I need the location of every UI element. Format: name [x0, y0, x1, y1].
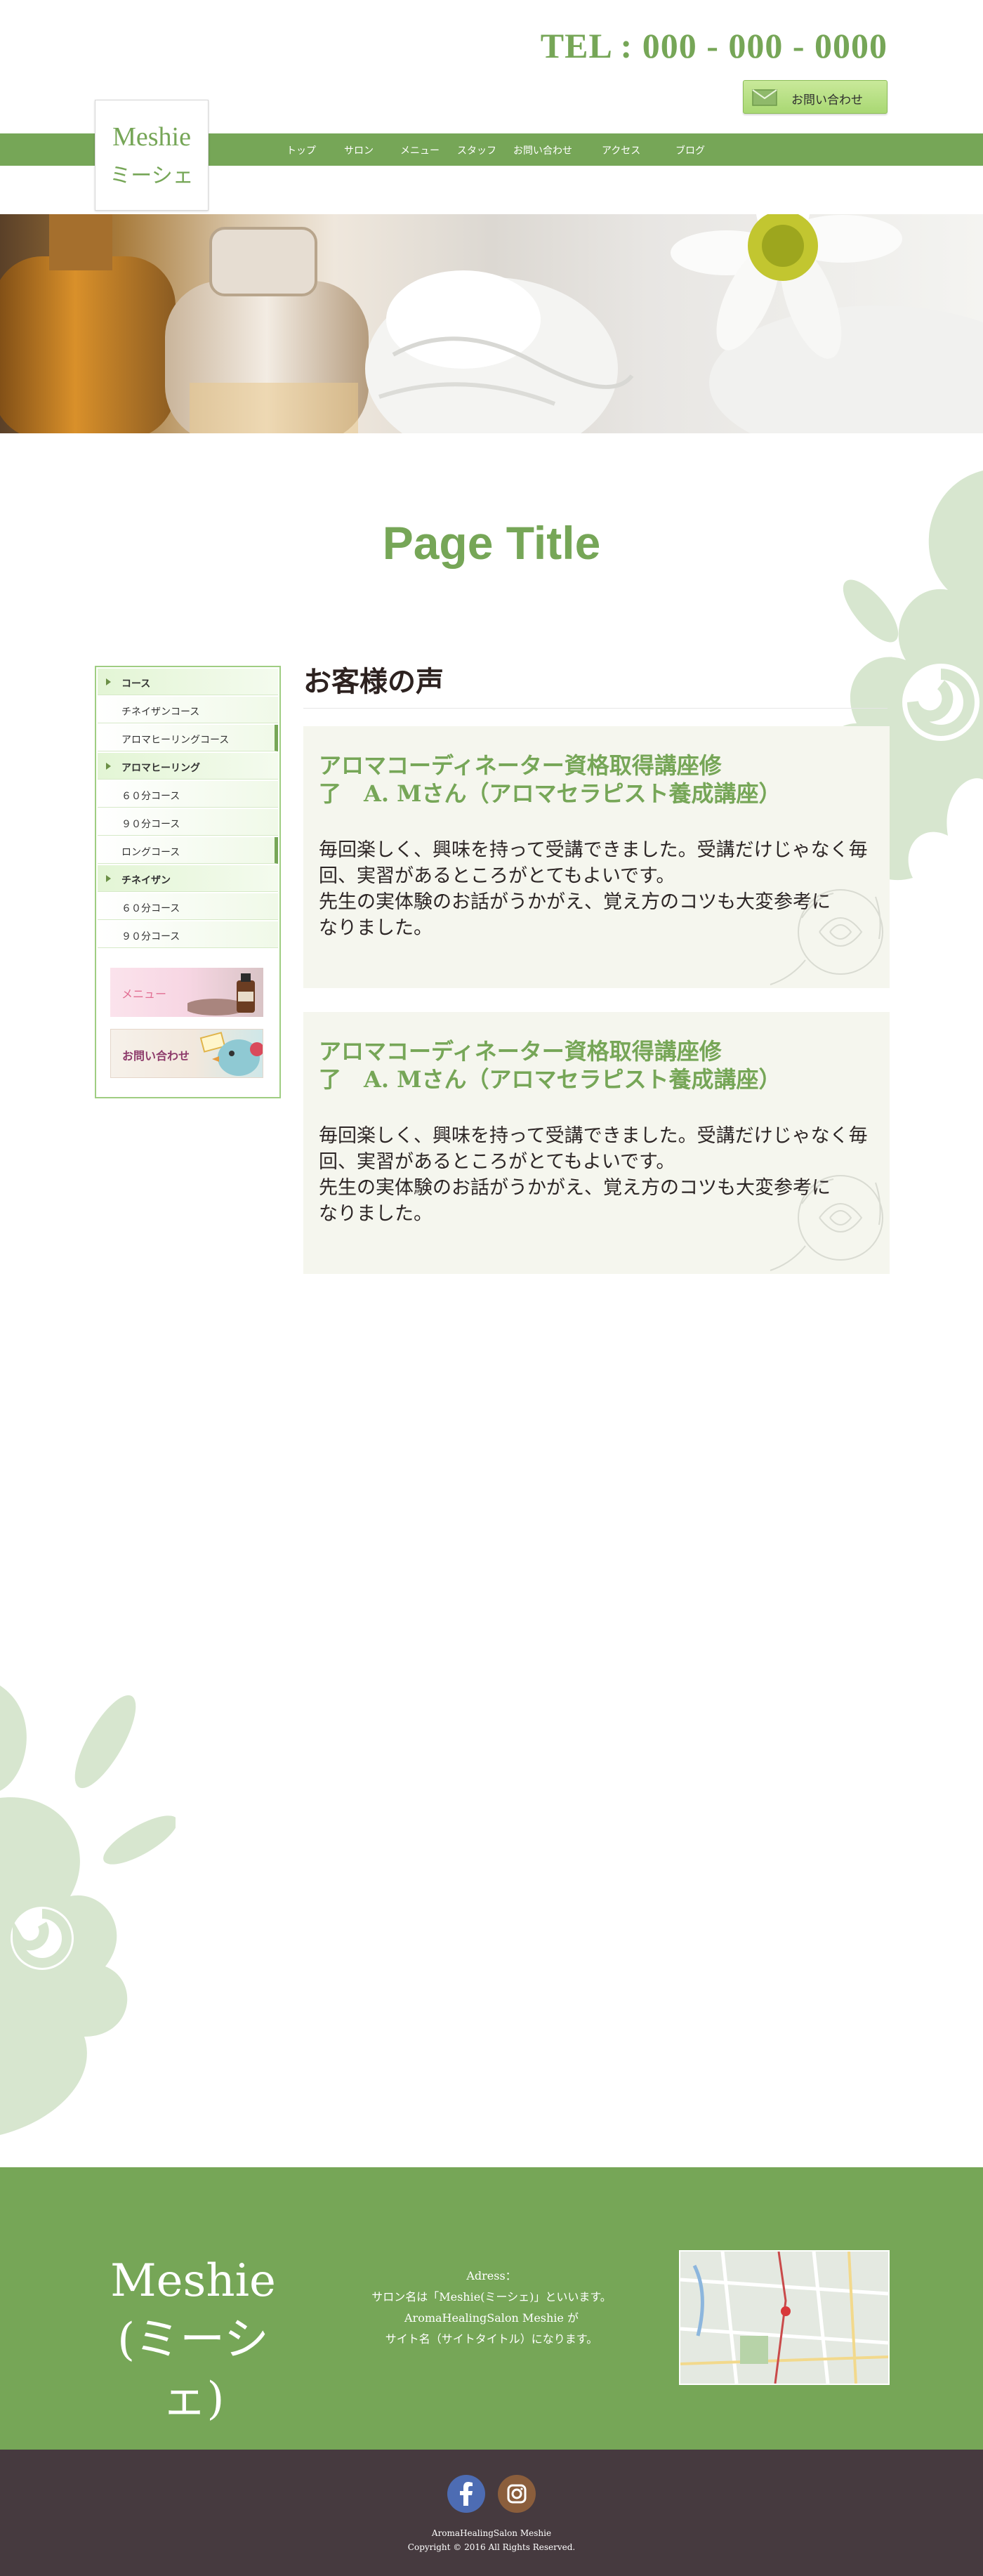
sidebar-item-label: ９０分コース — [121, 931, 180, 942]
section-heading: お客様の声 — [303, 665, 444, 698]
testimonial-body: 毎回楽しく、興味を持って受講できました。受講だけじゃなく毎 回、実習があるところ… — [319, 837, 880, 941]
footer-bottom: AromaHealingSalon Meshie Copyright © 201… — [0, 2450, 983, 2576]
sidebar-item-chineizan[interactable]: チネイザン — [98, 865, 278, 892]
testimonial-card: アロマコーディネーター資格取得講座修 了 A. Mさん（アロマセラピスト養成講座… — [303, 726, 890, 988]
sidebar-item-chineizan-90min[interactable]: ９０分コース — [98, 921, 278, 948]
triangle-right-icon — [106, 875, 111, 882]
sidebar-item-label: アロマヒーリング — [121, 763, 200, 774]
sidebar-item-label: ロングコース — [121, 847, 180, 858]
footer-info: Meshie (ミーシェ) Adress： サロン名は「Meshie(ミーシェ)… — [0, 2167, 983, 2450]
sidebar-item-chineizan-60min[interactable]: ６０分コース — [98, 893, 278, 920]
nav-item-staff[interactable]: スタッフ — [457, 143, 496, 157]
contact-button-label: お問い合わせ — [791, 93, 863, 107]
nav-item-blog[interactable]: ブログ — [675, 143, 705, 157]
oil-bottle-photo — [187, 973, 255, 1016]
phone-number: TEL : 000 - 000 - 0000 — [540, 26, 888, 65]
facebook-icon[interactable] — [447, 2475, 485, 2513]
sidebar-item-aroma-healing[interactable]: アロマヒーリング — [98, 753, 278, 780]
facebook-glyph — [460, 2482, 473, 2506]
sidebar-item-label: ６０分コース — [121, 903, 180, 914]
logo-text-kana: ミーシェ — [110, 164, 194, 188]
sidebar-item-label: コース — [121, 678, 151, 690]
sidebar: コース チネイザンコース アロマヒーリングコース アロマヒーリング ６０分コース… — [95, 666, 281, 1098]
sidebar-item-aroma-90min[interactable]: ９０分コース — [98, 809, 278, 836]
heading-divider — [303, 708, 888, 709]
instagram-icon[interactable] — [498, 2475, 536, 2513]
sidebar-item-label: アロマヒーリングコース — [121, 735, 230, 746]
bird-illustration — [199, 1032, 263, 1076]
footer-address: Adress： サロン名は「Meshie(ミーシェ)」といいます。 AromaH… — [365, 2266, 618, 2350]
testimonial-body: 毎回楽しく、興味を持って受講できました。受講だけじゃなく毎 回、実習があるところ… — [319, 1123, 880, 1227]
contact-banner-label: お問い合わせ — [122, 1049, 190, 1063]
contact-button[interactable]: お問い合わせ — [743, 80, 888, 114]
footer-address-line: サロン名は「Meshie(ミーシェ)」といいます。 — [371, 2290, 612, 2304]
map-thumbnail[interactable] — [679, 2250, 890, 2385]
testimonial-title-line: アロマコーディネーター資格取得講座修 — [319, 752, 722, 779]
testimonial-body-line: 毎回楽しく、興味を持って受講できました。受講だけじゃなく毎 — [319, 1125, 868, 1147]
logo-text-latin: Meshie — [112, 122, 191, 152]
nav-item-salon[interactable]: サロン — [344, 143, 374, 157]
mail-icon — [752, 89, 777, 106]
instagram-glyph — [507, 2484, 527, 2504]
testimonial-body-line: 先生の実体験のお話がうかがえ、覚え方のコツも大変参考に — [319, 1177, 831, 1199]
nav-item-contact[interactable]: お問い合わせ — [513, 143, 572, 157]
nav-item-top[interactable]: トップ — [286, 143, 316, 157]
hero-image — [0, 214, 983, 433]
testimonial-body-line: 先生の実体験のお話がうかがえ、覚え方のコツも大変参考に — [319, 891, 831, 913]
footer-logo-kana: (ミーシェ) — [117, 2314, 269, 2425]
testimonial-title: アロマコーディネーター資格取得講座修 了 A. Mさん（アロマセラピスト養成講座… — [319, 1037, 866, 1093]
footer-copyright: Copyright © 2016 All Rights Reserved. — [407, 2542, 576, 2552]
sidebar-item-label: チネイザン — [121, 875, 171, 886]
sidebar-item-aroma-healing-course[interactable]: アロマヒーリングコース — [98, 725, 278, 751]
site-header: TEL : 000 - 000 - 0000 お問い合わせ トップ サロン メニ… — [0, 0, 983, 214]
footer-address-line: サイト名（サイトタイトル）になります。 — [385, 2332, 598, 2346]
map-illustration — [680, 2252, 888, 2384]
ornament-left — [0, 1685, 176, 2135]
testimonial-title: アロマコーディネーター資格取得講座修 了 A. Mさん（アロマセラピスト養成講座… — [319, 751, 866, 808]
testimonial-body-line: 回、実習があるところがとてもよいです。 — [319, 1151, 675, 1173]
footer-logo[interactable]: Meshie (ミーシェ) — [88, 2252, 298, 2429]
testimonial-title-line: アロマコーディネーター資格取得講座修 — [319, 1038, 722, 1065]
triangle-right-icon — [106, 763, 111, 770]
triangle-right-icon — [106, 678, 111, 685]
page-title: Page Title — [382, 517, 601, 569]
sidebar-item-label: チネイザンコース — [121, 707, 200, 718]
footer-site-name: AromaHealingSalon Meshie — [431, 2528, 552, 2538]
footer-address-line: Adress： — [466, 2269, 517, 2282]
sidebar-item-aroma-60min[interactable]: ６０分コース — [98, 781, 278, 808]
testimonial-body-line: なりました。 — [319, 1203, 433, 1225]
sidebar-item-long-course[interactable]: ロングコース — [98, 837, 278, 864]
footer-address-line: AromaHealingSalon Meshie が — [404, 2311, 579, 2325]
sidebar-item-label: ６０分コース — [121, 791, 180, 802]
testimonial-title-line: 了 A. Mさん（アロマセラピスト養成講座） — [319, 780, 781, 807]
site-logo[interactable]: Meshie ミーシェ — [95, 100, 209, 211]
sidebar-item-course[interactable]: コース — [98, 669, 278, 695]
menu-banner[interactable]: メニュー — [110, 968, 263, 1017]
sidebar-item-chineizan-course[interactable]: チネイザンコース — [98, 697, 278, 723]
menu-banner-label: メニュー — [121, 987, 167, 1001]
testimonial-body-line: 回、実習があるところがとてもよいです。 — [319, 865, 675, 887]
contact-banner[interactable]: お問い合わせ — [110, 1029, 263, 1078]
testimonial-card: アロマコーディネーター資格取得講座修 了 A. Mさん（アロマセラピスト養成講座… — [303, 1012, 890, 1274]
testimonial-body-line: 毎回楽しく、興味を持って受講できました。受講だけじゃなく毎 — [319, 839, 868, 861]
testimonial-body-line: なりました。 — [319, 917, 433, 939]
spa-still-life-illustration — [0, 214, 983, 433]
footer-logo-latin: Meshie — [110, 2255, 276, 2307]
nav-item-access[interactable]: アクセス — [602, 143, 640, 157]
sidebar-item-label: ９０分コース — [121, 819, 180, 830]
testimonial-title-line: 了 A. Mさん（アロマセラピスト養成講座） — [319, 1066, 781, 1093]
nav-item-menu[interactable]: メニュー — [400, 143, 440, 157]
